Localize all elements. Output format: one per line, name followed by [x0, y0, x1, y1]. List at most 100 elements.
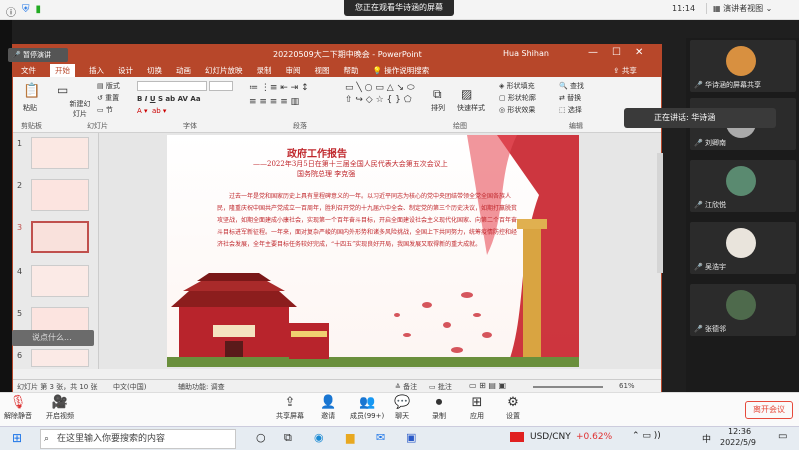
folder-icon[interactable]: ▆	[346, 431, 354, 444]
slide-thumbnail[interactable]	[31, 265, 89, 297]
comments-button[interactable]: ▭ 批注	[429, 382, 452, 392]
font-name-select[interactable]	[137, 81, 207, 91]
new-slide-button[interactable]: 新建幻灯片	[69, 99, 91, 119]
menu-review[interactable]: 审阅	[286, 65, 301, 76]
font-format-buttons[interactable]: B I U S ab AV Aa	[137, 95, 201, 103]
reset-label: 重置	[105, 94, 120, 102]
menu-animations[interactable]: 动画	[176, 65, 191, 76]
menu-record[interactable]: 录制	[257, 65, 272, 76]
ppt-user[interactable]: Hua Shihan	[503, 49, 549, 58]
shape-outline-label: 形状轮廓	[507, 94, 536, 102]
members-icon: 👥	[359, 395, 376, 410]
participant-tile[interactable]: 🎤 张德邻	[690, 284, 796, 336]
notes-area[interactable]	[13, 369, 661, 379]
shapes-gallery[interactable]: ▭ ╲ ○ ▭ △ ↘ ⬭	[345, 83, 415, 93]
quick-styles-button[interactable]: 快速样式	[457, 103, 485, 113]
maximize-icon[interactable]: ☐	[612, 47, 621, 58]
new-slide-icon[interactable]: ▭	[57, 83, 68, 97]
record-icon: ⏺	[435, 395, 443, 410]
view-buttons[interactable]: ▭ ⊞ ▤ ▣	[469, 381, 506, 390]
share-label: 共享	[621, 65, 637, 75]
select-button[interactable]: ⬚ 选择	[559, 105, 582, 115]
zoom-slider[interactable]	[533, 386, 603, 388]
accessibility-status[interactable]: 辅助功能: 调查	[178, 382, 225, 392]
list-buttons[interactable]: ≔ ⋮≡ ⇤ ⇥ ↕	[249, 83, 309, 93]
edge-icon[interactable]: ◉	[314, 431, 324, 444]
slide-thumbnail[interactable]	[31, 179, 89, 211]
current-slide[interactable]: 政府工作报告 ——2022年3月5日在第十三届全国人民代表大会第五次会议上 国务…	[167, 135, 579, 367]
ticker-change[interactable]: +0.62%	[576, 432, 612, 442]
menu-insert[interactable]: 插入	[89, 65, 104, 76]
mute-button[interactable]: 🎙 解除静音	[4, 395, 32, 421]
menu-transitions[interactable]: 切换	[147, 65, 162, 76]
record-button[interactable]: ⏺ 录制	[432, 395, 446, 421]
reset-button[interactable]: ↺ 重置	[97, 93, 119, 103]
task-view-icon[interactable]: ⧉	[284, 431, 292, 445]
section-button[interactable]: ▭ 节	[97, 105, 113, 115]
layout-button[interactable]: ▤ 版式	[97, 81, 120, 91]
close-icon[interactable]: ✕	[635, 47, 643, 58]
taskbar-time[interactable]: 12:36	[728, 427, 751, 436]
signal-icon[interactable]: ▮	[36, 4, 42, 19]
menu-help[interactable]: 帮助	[344, 65, 359, 76]
arrange-icon[interactable]: ⧉	[433, 87, 442, 102]
menu-view[interactable]: 视图	[315, 65, 330, 76]
menu-file[interactable]: 文件	[21, 65, 36, 76]
info-icon[interactable]: ⓘ	[6, 4, 16, 19]
menu-design[interactable]: 设计	[118, 65, 133, 76]
zoom-level[interactable]: 61%	[619, 382, 635, 390]
taskbar-date[interactable]: 2022/5/9	[720, 438, 756, 447]
leave-meeting-button[interactable]: 离开会议	[745, 401, 793, 419]
tell-me-search[interactable]: 💡 操作说明搜索	[373, 65, 430, 76]
slide-thumbnail-selected[interactable]	[31, 221, 89, 253]
settings-button[interactable]: ⚙ 设置	[506, 395, 520, 421]
stop-presenting-chip[interactable]: 🎤 暂停演讲	[8, 48, 68, 62]
replace-button[interactable]: ⇄ 替换	[559, 93, 581, 103]
shape-outline-button[interactable]: ▢ 形状轮廓	[499, 93, 536, 103]
paste-button[interactable]: 粘贴	[23, 103, 37, 113]
mute-label: 解除静音	[4, 412, 32, 420]
cortana-icon[interactable]: ○	[256, 431, 266, 444]
quick-styles-icon[interactable]: ▨	[461, 87, 472, 101]
notes-button[interactable]: ≙ 备注	[395, 382, 417, 392]
ime-indicator[interactable]: 中	[702, 432, 711, 445]
font-color-button[interactable]: A ▾ ab ▾	[137, 107, 166, 115]
find-label: 查找	[569, 82, 584, 90]
share-screen-button[interactable]: ⇪ 共享屏幕	[276, 395, 304, 421]
meeting-app-icon[interactable]: ▣	[406, 431, 416, 444]
align-buttons[interactable]: ≡ ≡ ≡ ≡ ▥	[249, 97, 299, 107]
minimize-icon[interactable]: —	[588, 47, 598, 58]
participant-tile[interactable]: 🎤 华诗涵的屏幕共享	[690, 40, 796, 92]
ticker-symbol[interactable]: USD/CNY	[530, 432, 571, 442]
menu-slideshow[interactable]: 幻灯片放映	[205, 65, 243, 76]
arrange-button[interactable]: 排列	[431, 103, 445, 113]
chat-quick-input[interactable]: 说点什么...	[12, 330, 94, 346]
notification-icon[interactable]: ▭	[778, 431, 787, 442]
slide-scrollbar[interactable]	[657, 153, 663, 273]
shape-effects-button[interactable]: ◎ 形状效果	[499, 105, 535, 115]
shapes-gallery-row2[interactable]: ⇧ ↪ ◇ ☆ { } ⬠	[345, 95, 412, 105]
video-button[interactable]: 🎥 开启视频	[46, 395, 74, 421]
participant-tile[interactable]: 🎤 江欣悦	[690, 160, 796, 212]
slide-thumbnail[interactable]	[31, 349, 89, 367]
shield-icon[interactable]: ⛨	[22, 4, 30, 19]
stop-presenting-label: 暂停演讲	[22, 51, 51, 59]
apps-button[interactable]: ⊞ 应用	[470, 395, 484, 421]
paste-icon[interactable]: 📋	[23, 83, 40, 99]
participant-tile[interactable]: 🎤 吴浩宇	[690, 222, 796, 274]
chat-button[interactable]: 💬 聊天	[394, 395, 410, 421]
slide-thumbnail[interactable]	[31, 137, 89, 169]
windows-start-icon[interactable]: ⊞	[12, 431, 22, 445]
shape-fill-button[interactable]: ◈ 形状填充	[499, 81, 535, 91]
menu-home[interactable]: 开始	[50, 63, 75, 77]
view-mode-button[interactable]: ▦ 演讲者视图 ⌄	[706, 3, 772, 14]
find-button[interactable]: 🔍 查找	[559, 81, 584, 91]
share-button[interactable]: ⇪ 共享	[613, 65, 637, 76]
mail-icon[interactable]: ✉	[376, 431, 385, 444]
video-label: 开启视频	[46, 412, 74, 420]
taskbar-search[interactable]: ⌕ 在这里输入你要搜索的内容	[40, 429, 236, 449]
font-size-select[interactable]	[209, 81, 233, 91]
tray-icons[interactable]: ⌃ ▭ ))	[632, 431, 661, 441]
members-button[interactable]: 👥 成员(99+)	[350, 395, 384, 421]
invite-button[interactable]: 👤 邀请	[320, 395, 336, 421]
